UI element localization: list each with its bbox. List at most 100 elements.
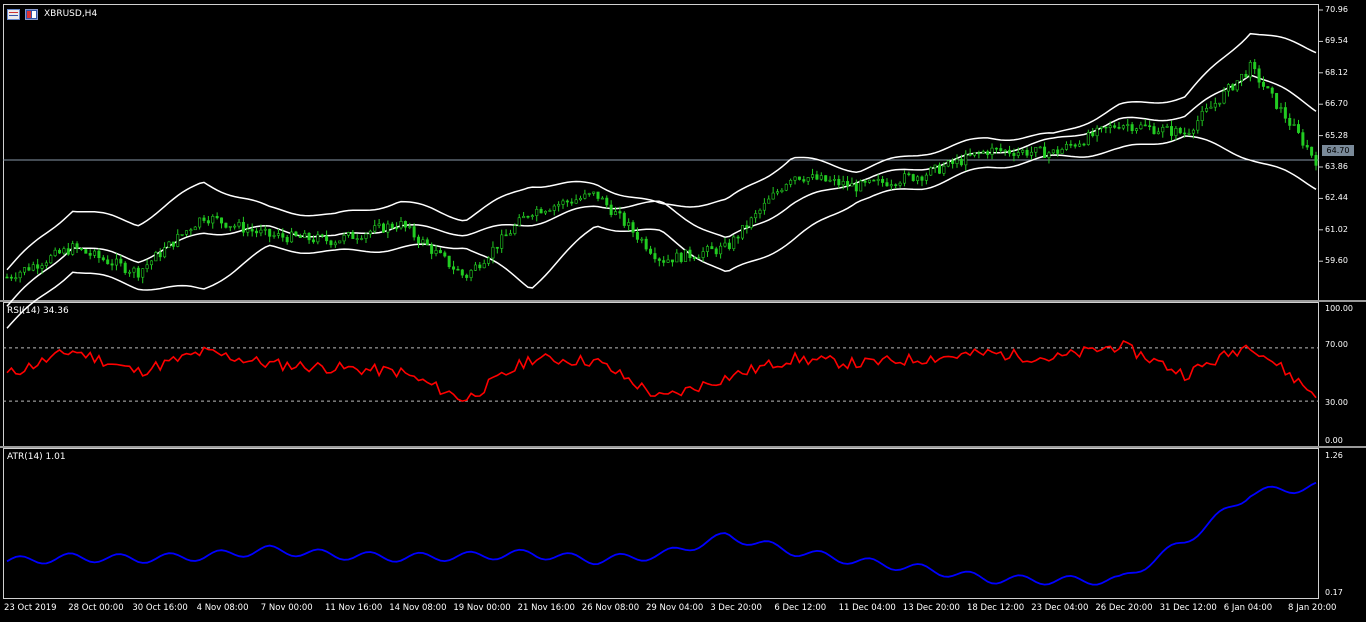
candle-body [881,178,885,183]
candle-body [447,255,451,268]
candle-body [854,183,858,192]
candle-body [123,262,127,273]
candle-body [158,252,162,258]
candle-body [1209,106,1213,109]
candle-body [23,267,27,273]
candle-body [719,245,723,255]
candle-body [675,252,679,263]
candle-body [999,148,1003,151]
candle-body [1003,149,1007,152]
candle-body [79,248,83,250]
candle-body [88,253,92,256]
candle-body [421,239,425,244]
candle-body [1143,124,1147,127]
candle-body [1099,126,1103,129]
candle-body [797,176,801,180]
price-axis-label: 70.96 [1325,5,1348,14]
candle-body [723,242,727,247]
candle-body [281,233,285,238]
candle-body [373,225,377,232]
candle-body [294,231,298,236]
candle-body [762,202,766,211]
candle-body [1060,149,1064,154]
candle-body [469,270,473,278]
candle-body [841,181,845,186]
candle-body [539,208,543,214]
candle-body [824,175,828,182]
price-axis-label: 65.28 [1325,130,1348,140]
candle-body [907,173,911,176]
candle-body [163,247,167,258]
price-axis-label: 66.70 [1325,99,1348,109]
current-price-tag: 64.70 [1322,145,1354,156]
candle-body [776,191,780,194]
candle-body [1231,84,1235,91]
candle-body [745,225,749,228]
candle-body [434,250,438,254]
candle-body [740,225,744,239]
candle-body [224,222,228,228]
candle-body [902,173,906,184]
candle-body [526,215,530,218]
time-axis-label: 28 Oct 00:00 [68,603,124,613]
candle-body [889,184,893,187]
candle-body [119,258,123,264]
candle-body [872,179,876,182]
candle-body [784,184,788,191]
candle-body [1148,125,1152,128]
candle-body [75,243,79,249]
candle-body [49,255,53,264]
candle-body [246,229,250,233]
candle-body [202,217,206,221]
candle-body [815,174,819,180]
candle-body [1016,152,1020,156]
candle-body [250,229,254,232]
candle-body [832,179,836,181]
candle-body [697,257,701,259]
candle-body [837,179,841,186]
rsi-level-label: 70.00 [1325,340,1348,349]
candle-body [1139,124,1143,130]
candle-body [325,235,329,242]
candle-body [1310,146,1314,156]
candle-body [136,267,140,278]
candle-body [732,236,736,249]
candle-body [377,223,381,226]
candle-body [1056,149,1060,154]
candle-body [412,226,416,238]
candle-body [789,179,793,185]
candle-body [338,240,342,244]
atr-label: ATR(14) 1.01 [7,452,66,462]
candle-body [154,252,158,262]
candle-body [959,158,963,166]
candle-body [228,225,232,228]
candle-body [1064,144,1068,150]
candle-body [84,249,88,254]
candle-body [565,200,569,203]
candle-body [592,191,596,194]
candle-body [644,238,648,250]
candle-body [605,197,609,206]
candle-body [276,233,280,236]
atr-level-label: 1.26 [1325,451,1343,460]
candle-body [193,226,197,231]
candle-body [386,223,390,233]
candle-body [1135,128,1139,132]
candle-body [1104,126,1108,129]
candle-body [333,242,337,246]
chart-window-icon [7,9,20,20]
candle-body [684,249,688,262]
candle-body [793,176,797,181]
candle-body [97,250,101,259]
chart-window: XBRUSD,H4 RSI(14) 34.36 ATR(14) 1.01 70.… [0,0,1366,622]
candle-body [653,253,657,260]
candle-body [1078,143,1082,147]
candle-body [259,229,263,234]
candle-body [670,259,674,263]
candle-body [749,217,753,228]
candle-body [911,174,915,181]
candle-body [811,174,815,178]
candle-body [1117,127,1121,129]
candle-body [649,248,653,254]
candle-body [587,193,591,195]
